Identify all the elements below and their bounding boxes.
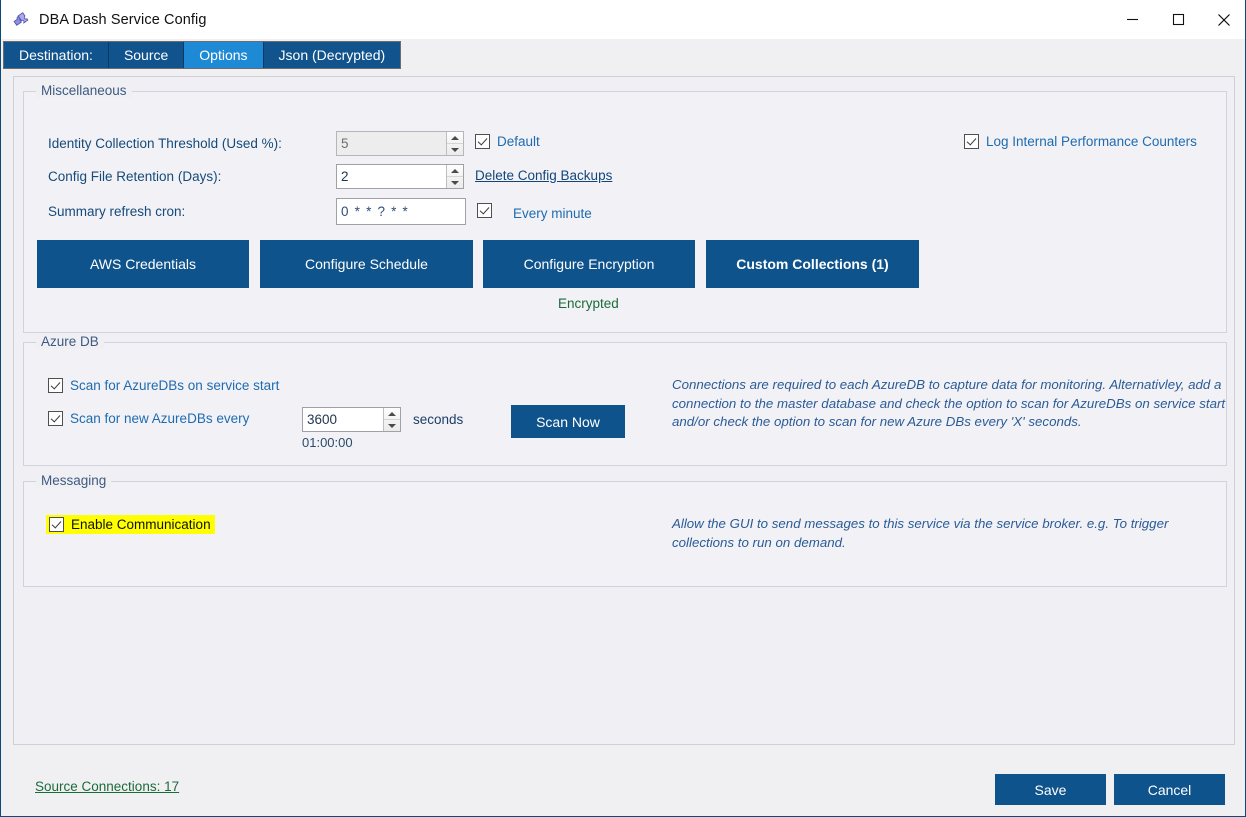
scan-on-service-start-checkbox[interactable]: Scan for AzureDBs on service start <box>48 378 279 393</box>
tab-destination[interactable]: Destination: <box>4 42 109 68</box>
delete-config-backups-link[interactable]: Delete Config Backups <box>475 168 612 183</box>
scan-interval-spin-up[interactable] <box>384 408 400 420</box>
app-window: DBA Dash Service Config Destination: Sou… <box>0 0 1246 817</box>
checkbox-box <box>48 411 63 426</box>
azure-db-note: Connections are required to each AzureDB… <box>672 377 1226 429</box>
configure-encryption-button[interactable]: Configure Encryption <box>483 240 695 288</box>
minimize-button[interactable] <box>1109 0 1155 39</box>
identity-threshold-spin[interactable] <box>446 132 463 155</box>
scan-now-button[interactable]: Scan Now <box>511 405 625 438</box>
config-retention-spin-up[interactable] <box>447 165 463 177</box>
config-retention-stepper[interactable] <box>336 164 464 189</box>
scan-interval-input[interactable] <box>303 408 383 431</box>
save-button[interactable]: Save <box>995 774 1106 805</box>
scan-interval-units: seconds <box>413 412 464 427</box>
close-button[interactable] <box>1201 0 1245 39</box>
identity-threshold-label: Identity Collection Threshold (Used %): <box>48 136 282 151</box>
identity-threshold-stepper[interactable] <box>336 131 464 156</box>
checkbox-box <box>49 517 64 532</box>
summary-cron-field[interactable] <box>336 198 466 225</box>
log-internal-performance-counters-label: Log Internal Performance Counters <box>986 134 1197 149</box>
miscellaneous-group: Miscellaneous Identity Collection Thresh… <box>23 83 1227 333</box>
messaging-note: Allow the GUI to send messages to this s… <box>672 516 1169 550</box>
source-connections-link[interactable]: Source Connections: 17 <box>35 779 179 794</box>
checkbox-box <box>48 378 63 393</box>
puzzle-piece-icon <box>12 11 30 29</box>
config-retention-spin-down[interactable] <box>447 177 463 188</box>
options-panel: Miscellaneous Identity Collection Thresh… <box>13 76 1235 745</box>
scan-interval-readable: 01:00:00 <box>302 435 353 450</box>
checkbox-box <box>475 134 490 149</box>
scan-new-azuredbs-label: Scan for new AzureDBs every <box>70 411 250 426</box>
window-controls <box>1109 0 1245 39</box>
checkbox-box <box>964 134 979 149</box>
checkbox-box <box>477 203 492 218</box>
default-threshold-checkbox[interactable]: Default <box>475 134 540 149</box>
custom-collections-button[interactable]: Custom Collections (1) <box>706 240 919 288</box>
dialog-footer: Source Connections: 17 Save Cancel <box>1 746 1245 816</box>
enable-communication-checkbox[interactable]: Enable Communication <box>46 515 215 534</box>
scan-new-azuredbs-checkbox[interactable]: Scan for new AzureDBs every <box>48 411 249 426</box>
tab-strip: Destination: Source Options Json (Decryp… <box>1 40 1245 70</box>
log-internal-performance-counters-checkbox[interactable]: Log Internal Performance Counters <box>964 134 1197 149</box>
scan-interval-spin[interactable] <box>383 408 400 431</box>
tab-source[interactable]: Source <box>108 42 185 68</box>
aws-credentials-button[interactable]: AWS Credentials <box>37 240 249 288</box>
summary-cron-checkbox[interactable] <box>477 203 499 218</box>
messaging-group: Messaging Enable Communication Allow the… <box>23 473 1227 587</box>
title-bar: DBA Dash Service Config <box>1 0 1245 39</box>
default-threshold-label: Default <box>497 134 540 149</box>
summary-cron-description: Every minute <box>513 206 592 221</box>
enable-communication-label: Enable Communication <box>71 517 211 532</box>
summary-cron-label: Summary refresh cron: <box>48 204 186 219</box>
window-title: DBA Dash Service Config <box>39 11 207 28</box>
configure-schedule-button[interactable]: Configure Schedule <box>260 240 473 288</box>
config-retention-spin[interactable] <box>446 165 463 188</box>
summary-cron-input[interactable] <box>337 199 465 224</box>
scan-interval-stepper[interactable] <box>302 407 401 432</box>
config-retention-label: Config File Retention (Days): <box>48 169 222 184</box>
scan-interval-spin-down[interactable] <box>384 420 400 431</box>
cancel-button[interactable]: Cancel <box>1114 774 1225 805</box>
encryption-status-label: Encrypted <box>558 296 619 311</box>
identity-threshold-spin-up[interactable] <box>447 132 463 144</box>
tab-options[interactable]: Options <box>184 42 264 68</box>
tab-json-decrypted[interactable]: Json (Decrypted) <box>263 42 401 68</box>
identity-threshold-spin-down[interactable] <box>447 144 463 155</box>
tab-list: Destination: Source Options Json (Decryp… <box>3 41 402 69</box>
messaging-group-title: Messaging <box>36 473 112 488</box>
azure-db-group: Azure DB Scan for AzureDBs on service st… <box>23 334 1227 466</box>
maximize-button[interactable] <box>1155 0 1201 39</box>
identity-threshold-input[interactable] <box>337 132 446 155</box>
config-retention-input[interactable] <box>337 165 446 188</box>
azure-db-group-title: Azure DB <box>36 334 104 349</box>
scan-on-service-start-label: Scan for AzureDBs on service start <box>70 378 280 393</box>
miscellaneous-group-title: Miscellaneous <box>36 83 132 98</box>
